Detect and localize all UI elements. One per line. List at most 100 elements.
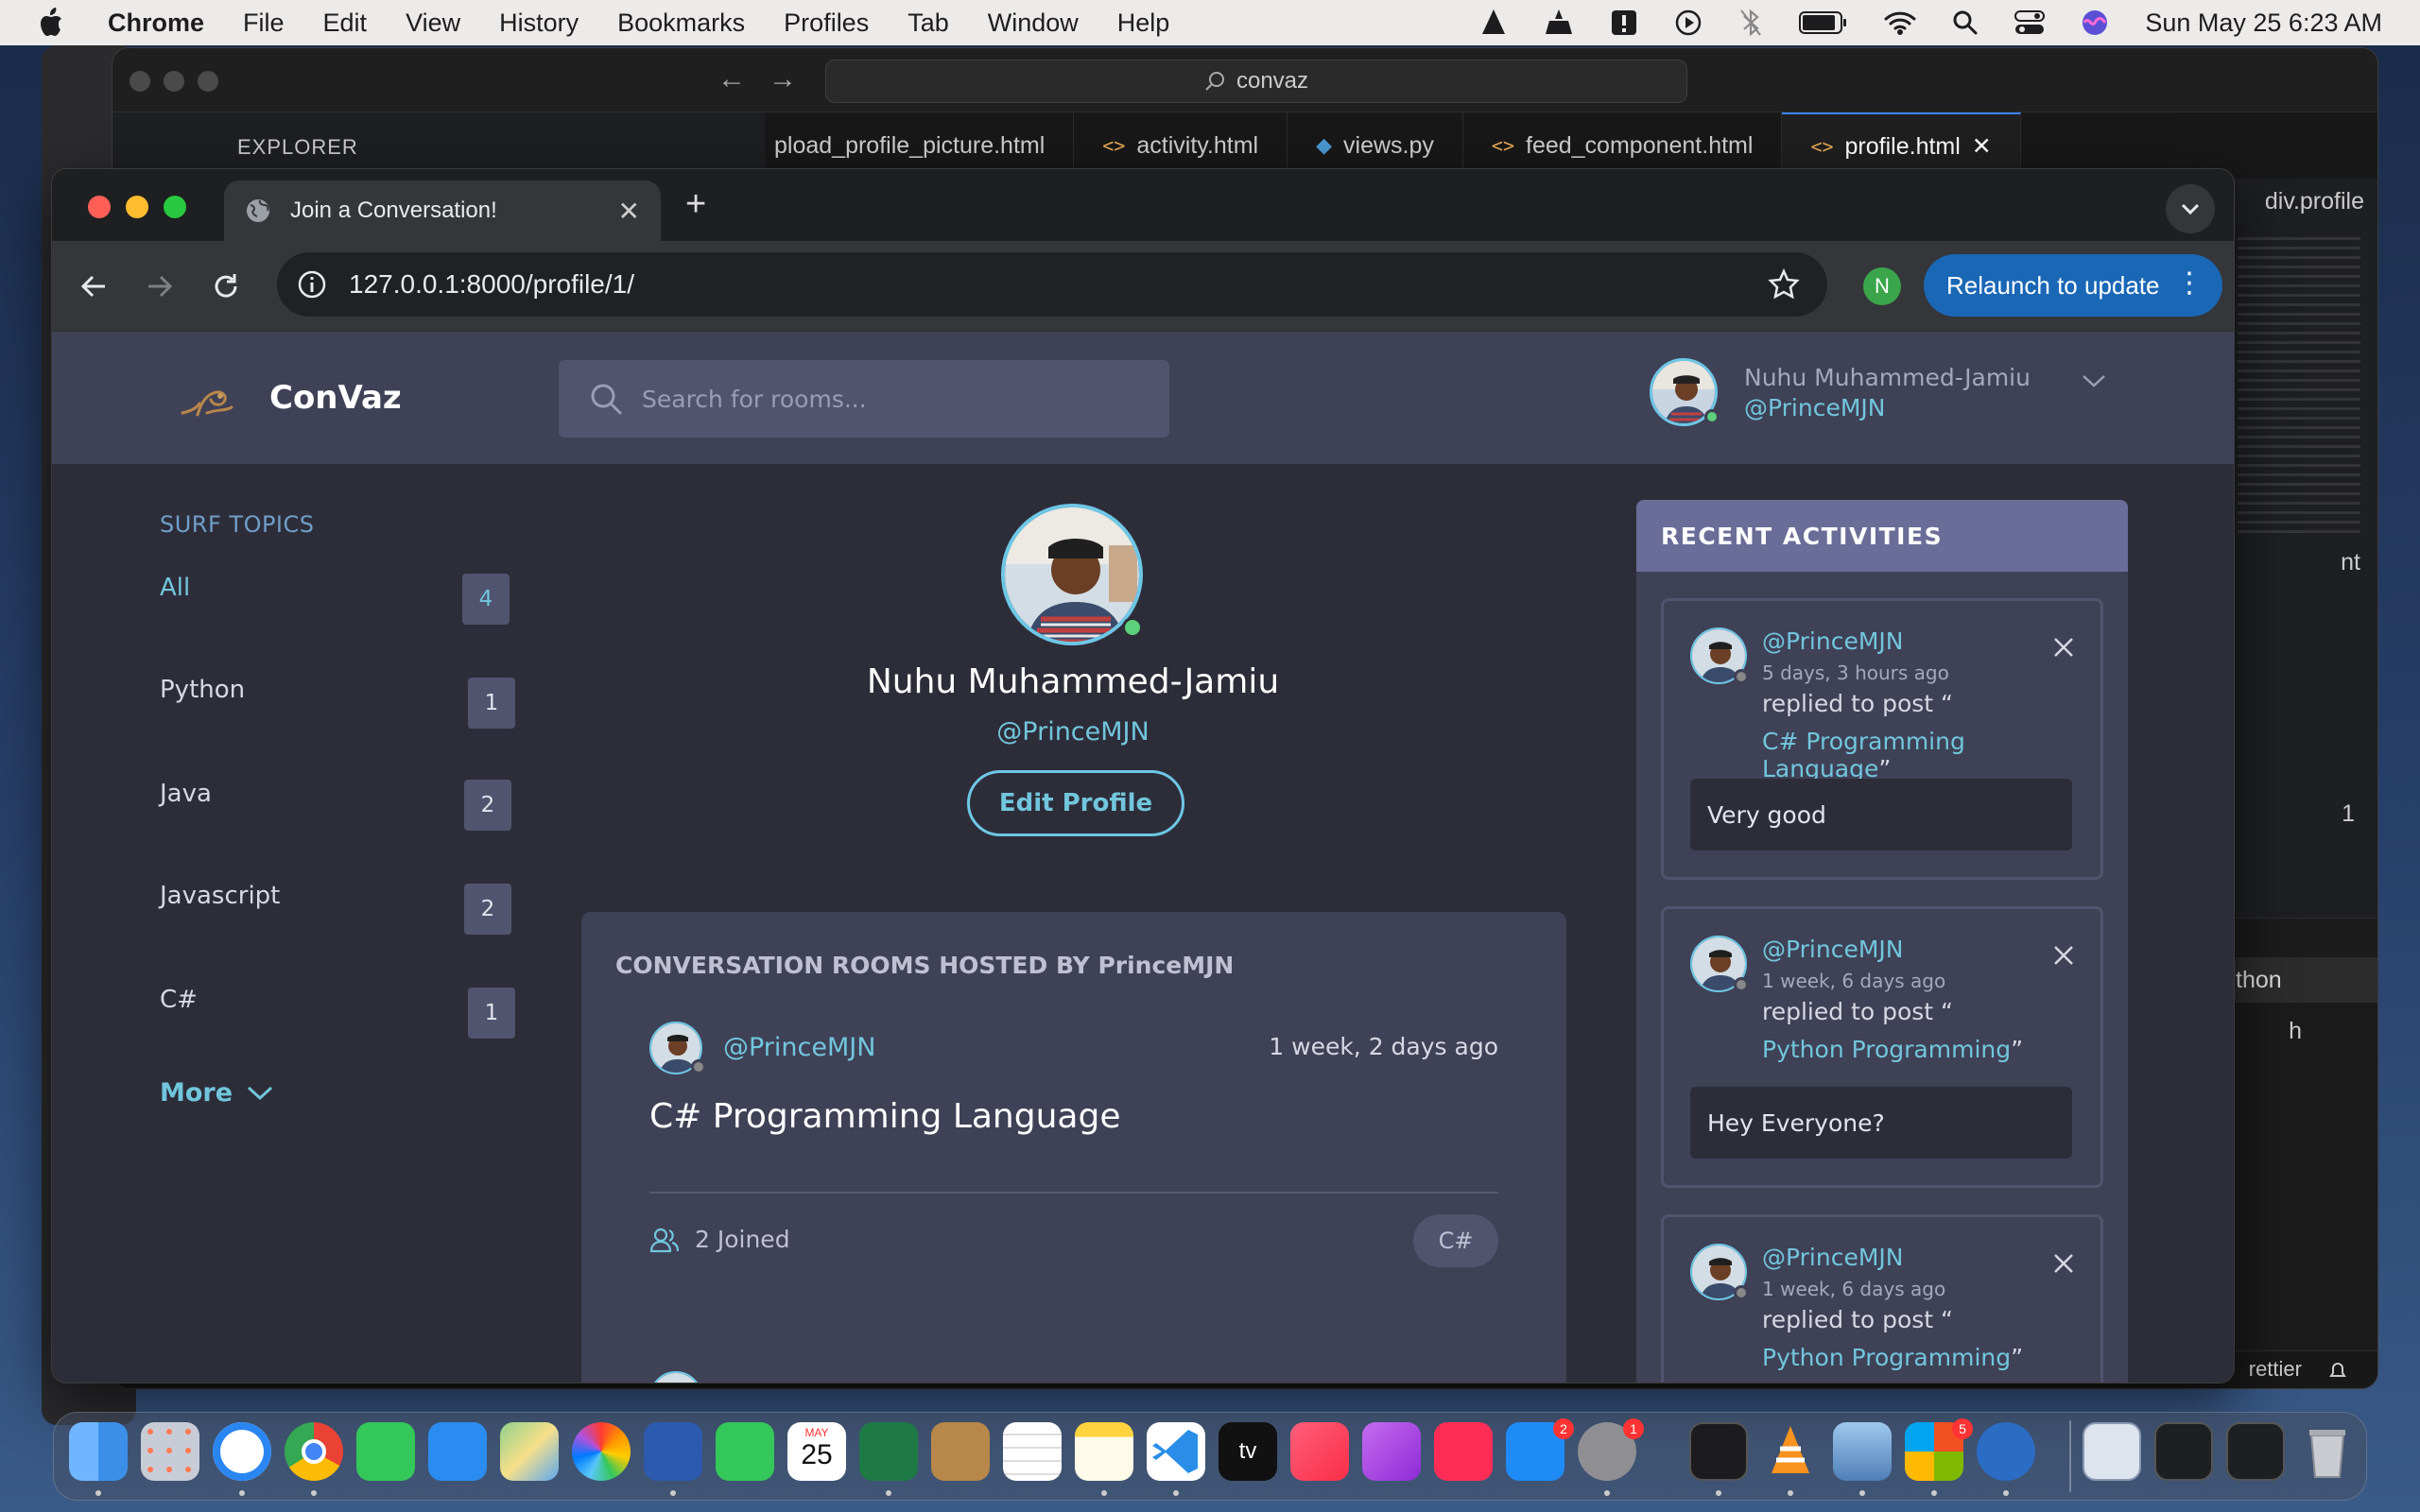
- vlc-menu-icon[interactable]: [1479, 8, 1508, 38]
- spotlight-search-icon[interactable]: [1952, 9, 1979, 36]
- topic-javascript[interactable]: Javascript: [160, 882, 280, 910]
- vlc-icon[interactable]: [1761, 1422, 1820, 1481]
- vscode-breadcrumb[interactable]: div.profile: [2265, 188, 2364, 215]
- more-topics-button[interactable]: More: [160, 1078, 274, 1108]
- news-icon[interactable]: [1434, 1422, 1493, 1481]
- server-menu-icon[interactable]: [1544, 8, 1574, 38]
- recent-window-thumbnail[interactable]: [2226, 1422, 2285, 1481]
- topic-java[interactable]: Java: [160, 780, 212, 808]
- activity-user-handle[interactable]: @PrinceMJN: [1762, 936, 1903, 963]
- menu-profiles[interactable]: Profiles: [784, 9, 869, 38]
- search-input[interactable]: [642, 385, 1115, 413]
- recent-window-thumbnail[interactable]: [2154, 1422, 2213, 1481]
- photos-icon[interactable]: [572, 1422, 631, 1481]
- quicktime-icon[interactable]: [1977, 1422, 2035, 1481]
- close-icon[interactable]: [2051, 943, 2076, 968]
- browser-tab[interactable]: Join a Conversation! ✕: [224, 180, 661, 241]
- bookmark-star-icon[interactable]: [1767, 267, 1801, 301]
- menu-window[interactable]: Window: [988, 9, 1079, 38]
- contacts-icon[interactable]: [931, 1422, 990, 1481]
- music-icon[interactable]: [1290, 1422, 1349, 1481]
- vscode-command-search[interactable]: convaz: [825, 60, 1687, 103]
- convaz-logo-icon[interactable]: [179, 377, 235, 421]
- vscode-panel-row[interactable]: thon: [2226, 957, 2377, 1003]
- vscode-close-dot[interactable]: [130, 71, 150, 92]
- avatar[interactable]: [649, 1371, 702, 1383]
- apple-menu-icon[interactable]: [36, 7, 68, 39]
- edit-profile-button[interactable]: Edit Profile: [967, 770, 1184, 836]
- menu-history[interactable]: History: [499, 9, 579, 38]
- new-tab-icon[interactable]: +: [685, 184, 706, 225]
- room-participants[interactable]: 2 Joined: [649, 1226, 790, 1253]
- podcasts-icon[interactable]: [1362, 1422, 1421, 1481]
- menu-file[interactable]: File: [243, 9, 285, 38]
- bell-icon[interactable]: [2326, 1359, 2349, 1382]
- trash-icon[interactable]: [2298, 1422, 2357, 1481]
- menu-help[interactable]: Help: [1117, 9, 1170, 38]
- activity-post-link[interactable]: Python Programming”: [1762, 1344, 2023, 1371]
- menu-edit[interactable]: Edit: [323, 9, 368, 38]
- chevron-down-icon[interactable]: [2080, 371, 2108, 390]
- word-icon[interactable]: [644, 1422, 702, 1481]
- site-info-icon[interactable]: [296, 268, 328, 301]
- menu-view[interactable]: View: [406, 9, 460, 38]
- room-host-link[interactable]: @PrinceMJN: [723, 1033, 875, 1062]
- activity-post-link[interactable]: Python Programming”: [1762, 1036, 2023, 1063]
- browser-profile-avatar[interactable]: N: [1863, 267, 1901, 305]
- kebab-menu-icon[interactable]: ⋮: [2175, 269, 2204, 298]
- topic-csharp[interactable]: C#: [160, 986, 198, 1014]
- topic-all[interactable]: All: [160, 574, 190, 602]
- vscode-forward-arrow-icon[interactable]: →: [769, 63, 797, 95]
- tab-close-icon[interactable]: ✕: [618, 196, 640, 227]
- vscode-minimize-dot[interactable]: [164, 71, 184, 92]
- window-close-button[interactable]: [88, 196, 111, 218]
- vscode-back-arrow-icon[interactable]: ←: [717, 63, 746, 95]
- forward-arrow-icon[interactable]: [143, 269, 177, 303]
- play-menu-icon[interactable]: [1674, 9, 1703, 37]
- excel-icon[interactable]: [859, 1422, 918, 1481]
- menu-app-name[interactable]: Chrome: [108, 9, 204, 38]
- preview-icon[interactable]: [1833, 1422, 1892, 1481]
- mail-icon[interactable]: [428, 1422, 487, 1481]
- notes-icon[interactable]: [1075, 1422, 1133, 1481]
- activity-user-handle[interactable]: @PrinceMJN: [1762, 627, 1903, 655]
- messages-icon[interactable]: [356, 1422, 415, 1481]
- calendar-icon[interactable]: MAY 25: [787, 1422, 846, 1481]
- activity-user-handle[interactable]: @PrinceMJN: [1762, 1244, 1903, 1271]
- address-bar[interactable]: 127.0.0.1:8000/profile/1/: [277, 252, 1827, 317]
- topic-python[interactable]: Python: [160, 676, 245, 704]
- menu-tab[interactable]: Tab: [908, 9, 949, 38]
- header-user-name[interactable]: Nuhu Muhammed-Jamiu: [1744, 364, 2031, 391]
- header-user-handle[interactable]: @PrinceMJN: [1744, 394, 1885, 421]
- chrome-icon[interactable]: [285, 1422, 343, 1481]
- finder-icon[interactable]: [69, 1422, 128, 1481]
- window-minimize-button[interactable]: [126, 196, 148, 218]
- window-zoom-button[interactable]: [164, 196, 186, 218]
- room-topic-tag[interactable]: C#: [1413, 1214, 1498, 1267]
- apple-tv-icon[interactable]: tv: [1219, 1422, 1277, 1481]
- room-title-link[interactable]: C# Programming Language: [649, 1097, 1120, 1136]
- launchpad-icon[interactable]: [141, 1422, 199, 1481]
- recent-window-thumbnail[interactable]: [2083, 1422, 2141, 1481]
- reload-icon[interactable]: [209, 269, 243, 303]
- maps-icon[interactable]: [500, 1422, 559, 1481]
- alert-menu-icon[interactable]: [1610, 9, 1638, 37]
- back-arrow-icon[interactable]: [77, 269, 111, 303]
- activity-post-link[interactable]: C# Programming Language”: [1762, 728, 2100, 782]
- bluetooth-off-icon[interactable]: [1738, 8, 1763, 38]
- vscode-zoom-dot[interactable]: [198, 71, 218, 92]
- reminders-icon[interactable]: [1003, 1422, 1062, 1481]
- vscode-app-icon[interactable]: [1147, 1422, 1205, 1481]
- safari-icon[interactable]: [213, 1422, 271, 1481]
- terminal-icon[interactable]: [1689, 1422, 1748, 1481]
- facetime-icon[interactable]: [716, 1422, 774, 1481]
- prettier-status[interactable]: rettier: [2249, 1357, 2302, 1382]
- wifi-icon[interactable]: [1884, 9, 1916, 36]
- close-icon[interactable]: ✕: [1972, 132, 1992, 161]
- control-center-icon[interactable]: [2014, 9, 2046, 36]
- brand-name[interactable]: ConVaz: [269, 379, 402, 417]
- close-icon[interactable]: [2051, 1251, 2076, 1276]
- menu-bookmarks[interactable]: Bookmarks: [617, 9, 745, 38]
- relaunch-to-update-button[interactable]: Relaunch to update ⋮: [1924, 254, 2222, 317]
- menu-clock[interactable]: Sun May 25 6:23 AM: [2145, 9, 2382, 38]
